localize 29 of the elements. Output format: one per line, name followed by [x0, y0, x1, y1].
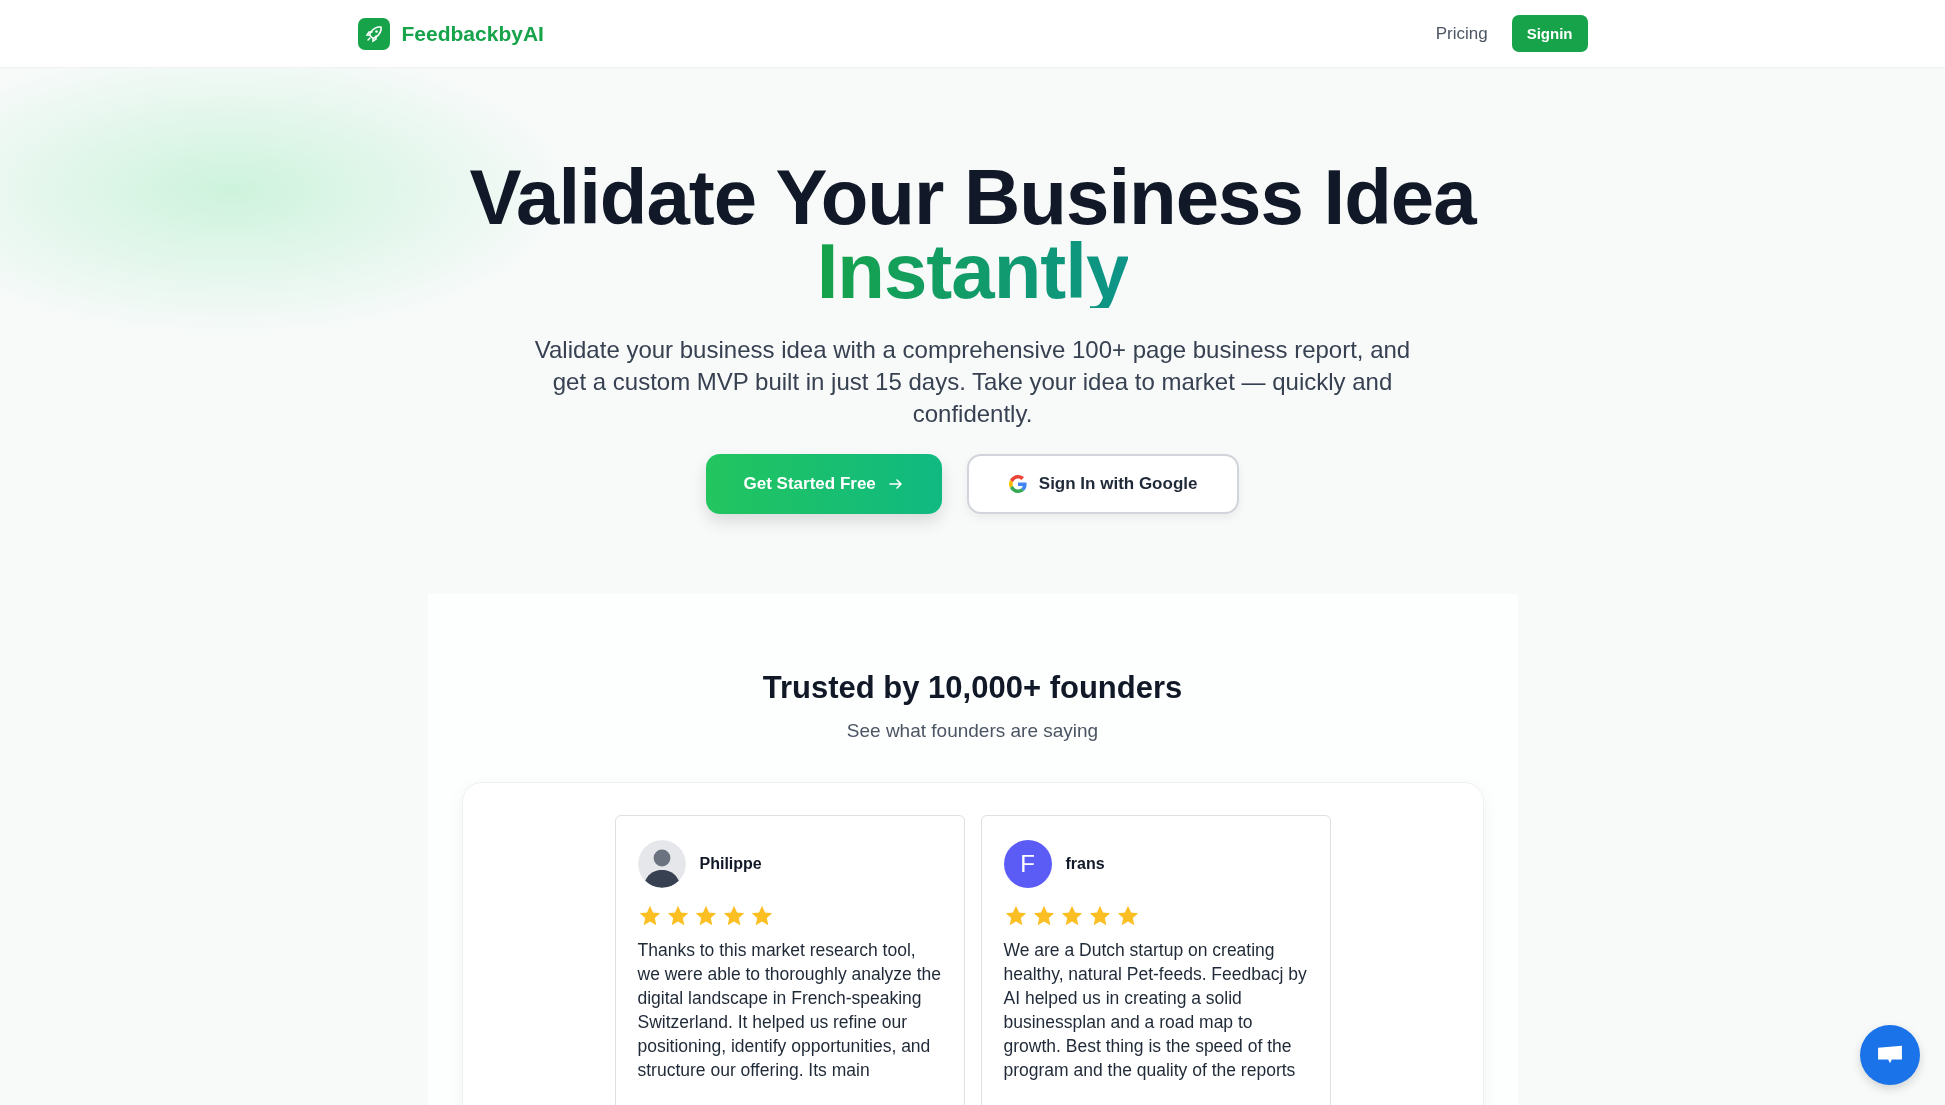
avatar-letter: F	[1003, 840, 1052, 888]
pricing-link[interactable]: Pricing	[1435, 23, 1488, 44]
signin-button[interactable]: Signin	[1511, 15, 1588, 52]
testimonials-subtitle: See what founders are saying	[846, 720, 1099, 742]
star-icon	[721, 904, 746, 928]
google-g-icon	[1008, 475, 1027, 493]
brand-name[interactable]: FeedbackbyAI	[401, 21, 544, 46]
star-icon	[637, 904, 662, 928]
testimonials-title: Trusted by 10,000+ founders	[762, 670, 1183, 706]
star-icon	[1003, 904, 1028, 928]
get-started-button[interactable]: Get Started Free	[705, 454, 942, 514]
arrow-right-icon	[887, 476, 904, 492]
rocket-logo-icon	[357, 17, 390, 50]
star-icon	[665, 904, 690, 928]
avatar-silhouette	[637, 840, 686, 888]
star-icon	[749, 904, 774, 928]
star-icon	[1031, 904, 1056, 928]
star-icon	[1059, 904, 1084, 928]
google-signin-button[interactable]: Sign In with Google	[966, 454, 1240, 514]
star-icon	[693, 904, 718, 928]
testimonial-text: We are a Dutch startup on creating healthy, natural Pet-feeds. Feedbacj by AI helped us in creating a solid businessplan and a road map to growth. Best thing is the speed of the program and the quality of the reports	[1003, 939, 1308, 1082]
chat-button[interactable]	[1860, 1025, 1920, 1085]
star-icon	[1115, 904, 1140, 928]
reviewer-name: frans	[1065, 855, 1105, 873]
testimonial-text: Thanks to this market research tool, we were able to thoroughly analyze the digital landscape in French-speaking Switzerland. It helped us refine our positioning, identify opportunities, and structure our offering. Its main	[637, 939, 942, 1082]
reviewer-name: Philippe	[699, 855, 762, 873]
star-icon	[1087, 904, 1112, 928]
hero-title: Validate Your Business Idea	[469, 160, 1476, 234]
hero-subtitle: Validate your business idea with a comprehensive 100+ page business report, and get a custom MVP built in just 15 days. Take your idea to market — quickly and confidently.	[533, 335, 1412, 429]
